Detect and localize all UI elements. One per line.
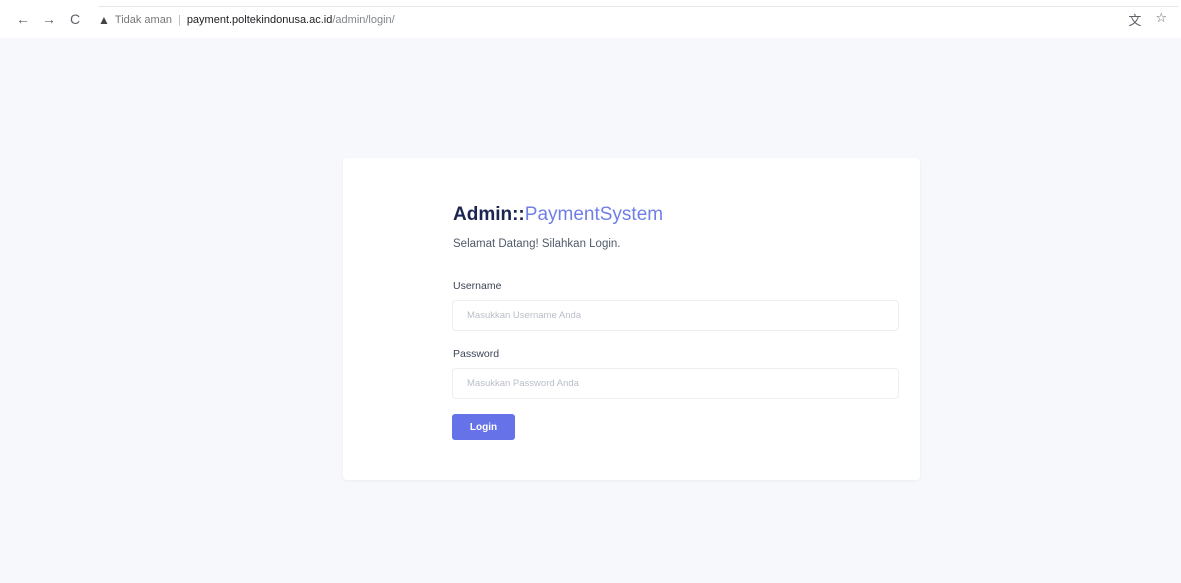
reload-icon[interactable]: C — [64, 8, 86, 30]
not-secure-label[interactable]: Tidak aman — [115, 14, 172, 26]
username-label: Username — [453, 280, 502, 292]
address-bar[interactable]: ▲ Tidak aman | payment.poltekindonusa.ac… — [98, 6, 1178, 32]
translate-icon[interactable]: 文 — [1128, 10, 1141, 29]
brand-admin: Admin:: — [453, 204, 525, 225]
bookmark-star-icon[interactable]: ☆ — [1155, 10, 1167, 29]
welcome-text: Selamat Datang! Silahkan Login. — [453, 238, 621, 250]
forward-arrow-icon[interactable]: → — [38, 8, 60, 30]
login-card: Admin::PaymentSystem Selamat Datang! Sil… — [343, 158, 920, 480]
username-input[interactable] — [452, 300, 899, 331]
back-arrow-icon[interactable]: ← — [12, 8, 34, 30]
url-separator: | — [177, 13, 181, 26]
brand-payment-system: PaymentSystem — [524, 204, 664, 225]
password-label: Password — [453, 348, 500, 360]
browser-toolbar: ← → C ▲ Tidak aman | payment.poltekindon… — [0, 0, 1181, 38]
login-button[interactable]: Login — [452, 414, 515, 440]
url-path[interactable]: /admin/login/ — [332, 14, 394, 26]
url-host[interactable]: payment.poltekindonusa.ac.id — [187, 14, 333, 26]
toolbar-right: 文 ☆ — [1128, 10, 1167, 29]
warning-icon[interactable]: ▲ — [98, 13, 110, 27]
password-input[interactable] — [452, 368, 899, 399]
brand-title: Admin::PaymentSystem — [453, 204, 663, 226]
